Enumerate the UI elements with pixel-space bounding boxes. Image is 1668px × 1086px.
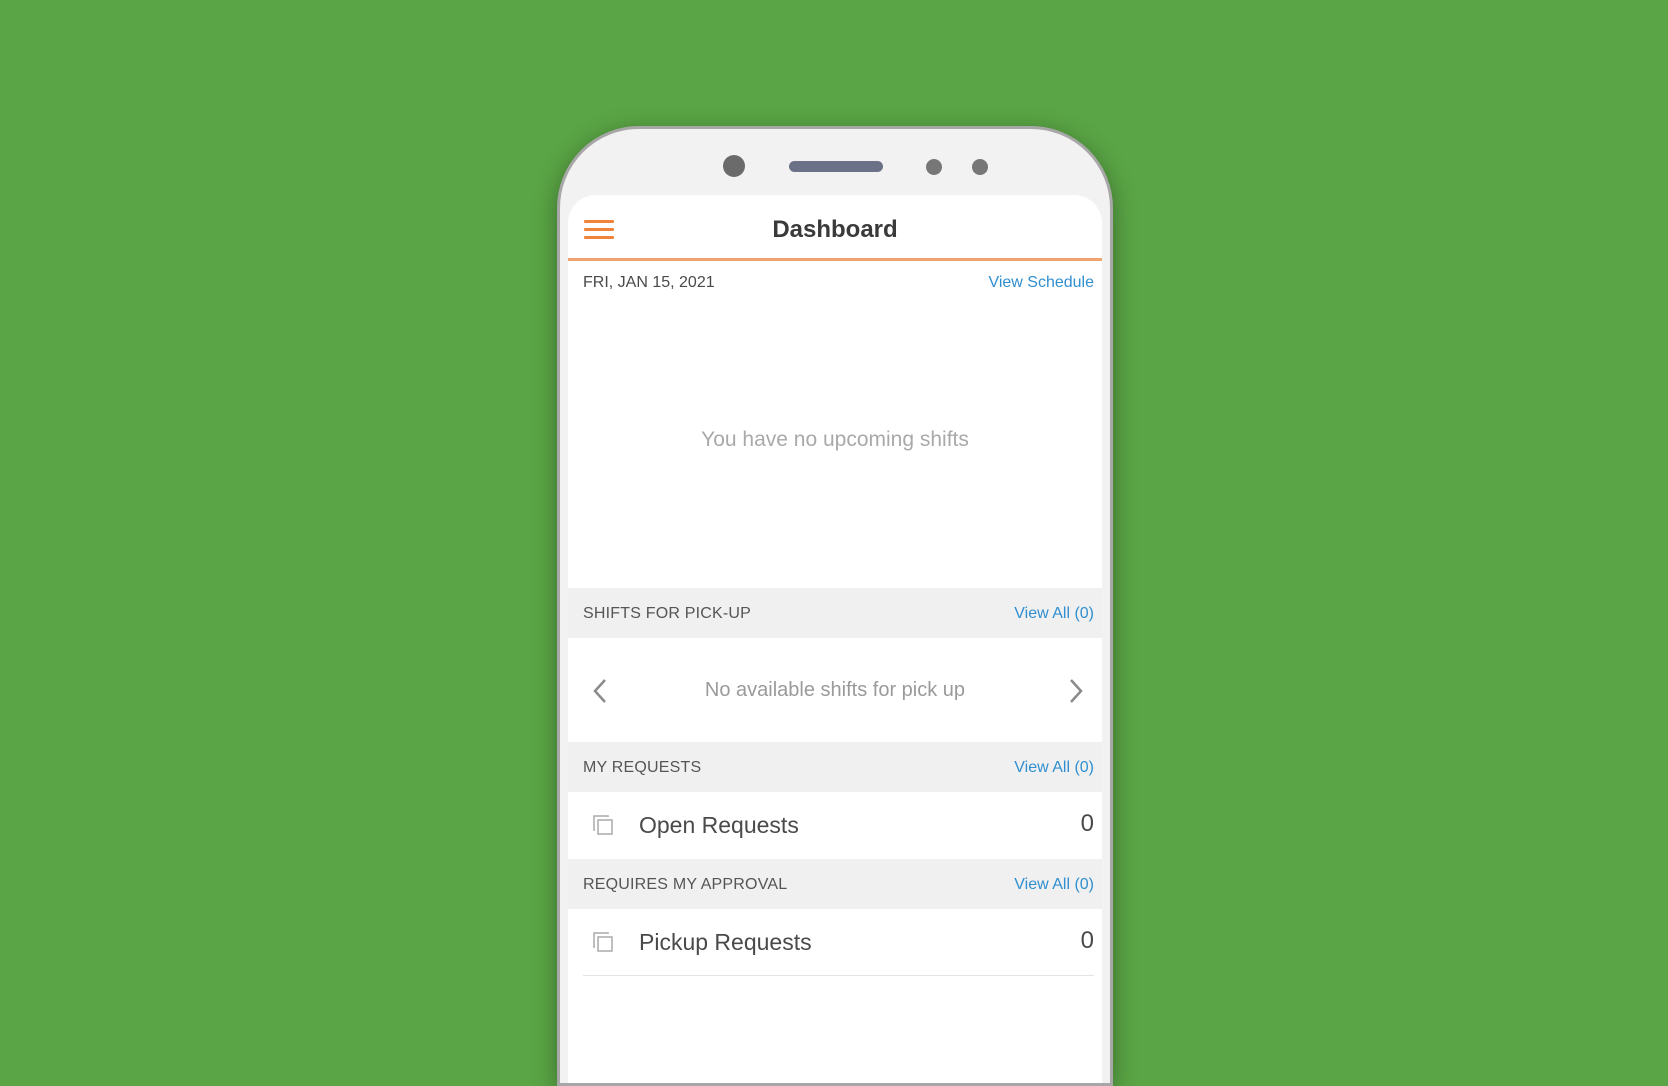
light-sensor bbox=[972, 159, 988, 175]
pickup-section-label: SHIFTS FOR PICK-UP bbox=[583, 605, 752, 622]
open-requests-row[interactable]: Open Requests 0 bbox=[568, 792, 1102, 859]
pickup-view-all-link[interactable]: View All (0) bbox=[1014, 605, 1094, 623]
current-date: FRI, JAN 15, 2021 bbox=[583, 274, 715, 291]
pickup-requests-count: 0 bbox=[1080, 927, 1094, 954]
copy-icon bbox=[592, 931, 614, 953]
app-screen: Dashboard FRI, JAN 15, 2021 View Schedul… bbox=[568, 195, 1102, 1083]
chevron-right-icon[interactable] bbox=[1068, 678, 1084, 709]
copy-icon bbox=[592, 814, 614, 836]
approval-section-label: REQUIRES MY APPROVAL bbox=[583, 876, 788, 893]
earpiece-speaker bbox=[789, 161, 883, 172]
phone-frame: Dashboard FRI, JAN 15, 2021 View Schedul… bbox=[557, 126, 1113, 1086]
app-header: Dashboard bbox=[568, 195, 1102, 261]
upcoming-shifts-panel: You have no upcoming shifts bbox=[568, 303, 1102, 588]
my-requests-label: MY REQUESTS bbox=[583, 759, 702, 776]
front-camera bbox=[723, 155, 745, 177]
approval-view-all-link[interactable]: View All (0) bbox=[1014, 876, 1094, 894]
no-pickup-message: No available shifts for pick up bbox=[704, 679, 966, 701]
pickup-requests-label: Pickup Requests bbox=[639, 929, 812, 955]
pickup-carousel: No available shifts for pick up bbox=[568, 638, 1102, 742]
view-schedule-link[interactable]: View Schedule bbox=[988, 274, 1094, 292]
approval-section-header: REQUIRES MY APPROVAL View All (0) bbox=[568, 859, 1102, 909]
open-requests-label: Open Requests bbox=[639, 812, 799, 838]
my-requests-section-header: MY REQUESTS View All (0) bbox=[568, 742, 1102, 792]
pickup-section-header: SHIFTS FOR PICK-UP View All (0) bbox=[568, 588, 1102, 638]
open-requests-count: 0 bbox=[1080, 810, 1094, 837]
proximity-sensor bbox=[926, 159, 942, 175]
no-shifts-message: You have no upcoming shifts bbox=[701, 428, 969, 451]
my-requests-view-all-link[interactable]: View All (0) bbox=[1014, 759, 1094, 777]
schedule-header: FRI, JAN 15, 2021 View Schedule bbox=[568, 261, 1102, 303]
pickup-requests-row[interactable]: Pickup Requests 0 bbox=[568, 909, 1102, 976]
page-title: Dashboard bbox=[772, 216, 898, 243]
